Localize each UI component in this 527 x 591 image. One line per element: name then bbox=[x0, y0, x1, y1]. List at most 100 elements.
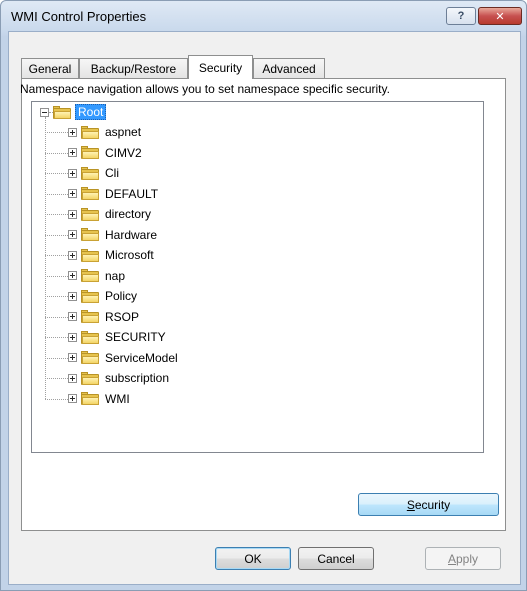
tree-connector bbox=[45, 152, 68, 154]
close-icon: ✕ bbox=[495, 10, 505, 23]
expand-icon[interactable] bbox=[68, 250, 77, 260]
expand-icon[interactable] bbox=[68, 209, 77, 219]
window-title: WMI Control Properties bbox=[11, 9, 147, 24]
security-button[interactable]: Security bbox=[358, 493, 499, 516]
tree-node[interactable]: Cli bbox=[68, 164, 121, 182]
tree-node[interactable]: DEFAULT bbox=[68, 185, 160, 203]
tree-node-label: WMI bbox=[105, 391, 130, 406]
tree-node-label: ServiceModel bbox=[105, 350, 178, 365]
tree-node-label: Root bbox=[75, 104, 107, 120]
tree-node-label: SECURITY bbox=[105, 330, 166, 344]
expand-icon[interactable] bbox=[68, 148, 77, 157]
tree-connector bbox=[45, 275, 68, 277]
tree-node-label: aspnet bbox=[105, 125, 142, 139]
tree-node-label: CIMV2 bbox=[105, 145, 142, 160]
tree-node-label: DEFAULT bbox=[105, 186, 159, 201]
tree-connector bbox=[45, 255, 68, 256]
tree-node[interactable]: ServiceModel bbox=[68, 349, 180, 367]
dialog-window: WMI Control Properties ? ✕ General Backu… bbox=[0, 0, 527, 591]
tree-node-label: Cli bbox=[105, 166, 119, 180]
folder-icon bbox=[53, 105, 71, 119]
folder-icon bbox=[81, 248, 99, 262]
expand-icon[interactable] bbox=[68, 373, 77, 383]
expand-icon[interactable] bbox=[68, 230, 77, 239]
description-text: Namespace navigation allows you to set n… bbox=[20, 82, 390, 96]
ok-button[interactable]: OK bbox=[215, 547, 291, 570]
tree-connector bbox=[45, 132, 68, 133]
apply-button-label: Apply bbox=[447, 551, 479, 566]
expand-icon[interactable] bbox=[68, 353, 77, 362]
tree-node[interactable]: directory bbox=[68, 205, 153, 223]
tree-node-label: directory bbox=[105, 207, 152, 221]
tree-node[interactable]: nap bbox=[68, 267, 127, 285]
tree-connector bbox=[45, 398, 68, 400]
expand-icon[interactable] bbox=[68, 168, 77, 178]
tree-node-label: nap bbox=[105, 268, 126, 283]
tree-connector bbox=[45, 193, 68, 195]
folder-icon bbox=[81, 166, 99, 180]
folder-icon bbox=[81, 330, 99, 344]
tree-node[interactable]: Hardware bbox=[68, 226, 159, 244]
tab-advanced-label: Advanced bbox=[262, 61, 316, 76]
folder-icon bbox=[81, 269, 99, 282]
tree-node-label: Policy bbox=[105, 289, 138, 303]
expand-icon[interactable] bbox=[68, 271, 77, 280]
folder-icon bbox=[81, 146, 99, 159]
tree-connector bbox=[45, 337, 68, 338]
tree-node[interactable]: RSOP bbox=[68, 308, 141, 326]
apply-button[interactable]: Apply bbox=[425, 547, 501, 570]
ok-button-label: OK bbox=[244, 551, 262, 566]
tree-connector bbox=[45, 296, 68, 297]
expand-icon[interactable] bbox=[68, 332, 77, 342]
tree-node[interactable]: Policy bbox=[68, 287, 139, 305]
tree-node-root[interactable]: Root bbox=[40, 103, 107, 121]
tree-connector bbox=[45, 214, 68, 215]
tab-general[interactable]: General bbox=[21, 58, 79, 78]
tree-node-label: RSOP bbox=[105, 309, 140, 324]
expand-icon[interactable] bbox=[68, 291, 77, 301]
tab-advanced[interactable]: Advanced bbox=[253, 58, 325, 78]
tree-node-label: subscription bbox=[105, 371, 170, 385]
tree-guide-line bbox=[45, 117, 46, 399]
cancel-button-label: Cancel bbox=[317, 551, 355, 566]
tree-node-label: Microsoft bbox=[105, 248, 154, 262]
expand-icon[interactable] bbox=[68, 189, 77, 198]
tab-security[interactable]: Security bbox=[188, 55, 253, 79]
namespace-tree[interactable]: Root aspnet CIMV2 Cli DEFAULT directory Hardw… bbox=[31, 101, 484, 453]
tree-node[interactable]: SECURITY bbox=[68, 328, 168, 346]
expand-icon[interactable] bbox=[68, 127, 77, 137]
cancel-button[interactable]: Cancel bbox=[298, 547, 374, 570]
folder-icon bbox=[81, 310, 99, 323]
tree-connector bbox=[45, 173, 68, 174]
tree-node[interactable]: WMI bbox=[68, 390, 132, 408]
tree-node-label: Hardware bbox=[105, 227, 158, 242]
tree-connector bbox=[45, 234, 68, 236]
folder-icon bbox=[81, 371, 99, 385]
tab-backup-restore[interactable]: Backup/Restore bbox=[79, 58, 188, 78]
tree-node[interactable]: aspnet bbox=[68, 123, 143, 141]
collapse-icon[interactable] bbox=[40, 107, 49, 117]
folder-icon bbox=[81, 207, 99, 221]
tree-connector bbox=[45, 378, 68, 379]
tree-node[interactable]: CIMV2 bbox=[68, 144, 144, 162]
security-button-label: Security bbox=[406, 497, 451, 512]
tree-connector bbox=[45, 316, 68, 318]
tree-connector bbox=[45, 357, 68, 359]
folder-icon bbox=[81, 187, 99, 200]
tab-general-label: General bbox=[28, 61, 72, 76]
title-bar[interactable]: WMI Control Properties ? ✕ bbox=[1, 1, 526, 31]
folder-icon bbox=[81, 351, 99, 364]
expand-icon[interactable] bbox=[68, 312, 77, 321]
folder-icon bbox=[81, 392, 99, 405]
tree-node[interactable]: Microsoft bbox=[68, 246, 156, 264]
folder-icon bbox=[81, 125, 99, 139]
close-button[interactable]: ✕ bbox=[478, 7, 522, 25]
folder-icon bbox=[81, 289, 99, 303]
tab-security-label: Security bbox=[198, 60, 243, 75]
folder-icon bbox=[81, 228, 99, 241]
expand-icon[interactable] bbox=[68, 394, 77, 403]
help-button[interactable]: ? bbox=[446, 7, 476, 25]
help-icon: ? bbox=[457, 10, 465, 22]
tab-backup-restore-label: Backup/Restore bbox=[90, 61, 177, 76]
tree-node[interactable]: subscription bbox=[68, 369, 171, 387]
